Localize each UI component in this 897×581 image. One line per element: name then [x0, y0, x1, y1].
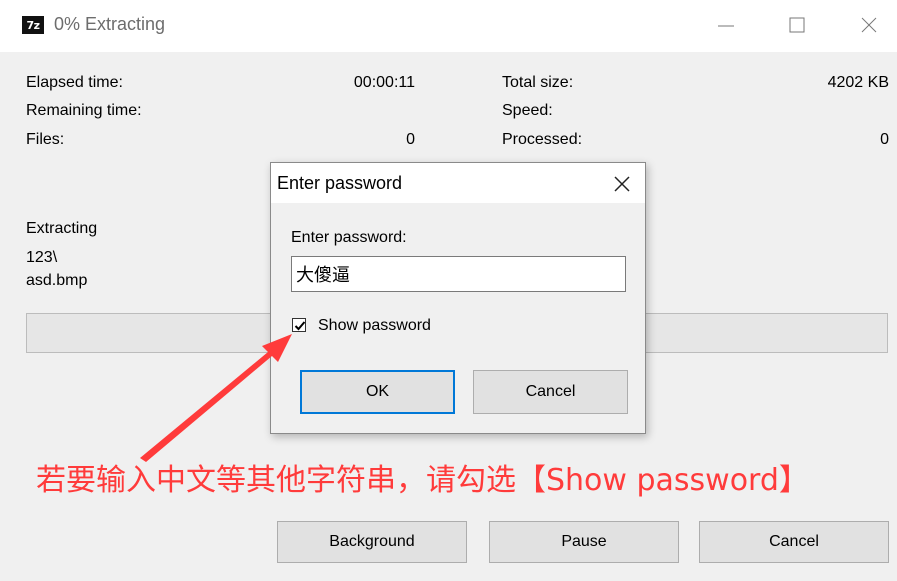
- total-size-label: Total size:: [502, 74, 574, 91]
- dialog-cancel-button[interactable]: Cancel: [473, 370, 628, 414]
- files-value: 0: [406, 131, 415, 148]
- show-password-label[interactable]: Show password: [318, 317, 431, 335]
- elapsed-time-value: 00:00:11: [353, 74, 415, 91]
- show-password-checkbox[interactable]: [292, 318, 306, 332]
- cancel-extract-button[interactable]: Cancel: [699, 521, 889, 563]
- dialog-title: Enter password: [277, 173, 403, 193]
- current-folder: 123\: [26, 249, 58, 266]
- close-icon: [861, 17, 877, 33]
- password-dialog: Enter password Enter password: Show pass…: [270, 162, 646, 434]
- maximize-icon: [789, 17, 805, 33]
- processed-value: 0: [880, 131, 889, 148]
- checkmark-icon: [294, 321, 306, 331]
- annotation-text: 若要输入中文等其他字符串，请勾选【Show password】: [36, 463, 809, 498]
- processed-label: Processed:: [502, 131, 583, 148]
- password-prompt-label: Enter password:: [291, 229, 407, 246]
- total-size-value: 4202 KB: [827, 74, 889, 91]
- 7zip-app-icon: 7z: [22, 16, 44, 34]
- background-button[interactable]: Background: [277, 521, 467, 563]
- dialog-close-button[interactable]: [607, 171, 637, 197]
- dialog-titlebar: Enter password: [271, 163, 645, 203]
- extracting-status: Extracting: [26, 220, 98, 237]
- ok-button[interactable]: OK: [300, 370, 455, 414]
- pause-button[interactable]: Pause: [489, 521, 679, 563]
- files-label: Files:: [26, 131, 65, 148]
- current-file: asd.bmp: [26, 272, 88, 289]
- speed-label: Speed:: [502, 102, 553, 119]
- password-input[interactable]: [291, 256, 626, 292]
- remaining-time-label: Remaining time:: [26, 102, 142, 119]
- minimize-button[interactable]: [703, 10, 749, 42]
- window-title: 0% Extracting: [54, 14, 166, 34]
- maximize-button[interactable]: [774, 10, 820, 42]
- close-window-button[interactable]: [846, 10, 892, 42]
- window-titlebar: 7z 0% Extracting: [0, 0, 897, 52]
- dialog-close-icon: [614, 176, 630, 192]
- minimize-icon: [718, 25, 734, 27]
- elapsed-time-label: Elapsed time:: [26, 74, 123, 91]
